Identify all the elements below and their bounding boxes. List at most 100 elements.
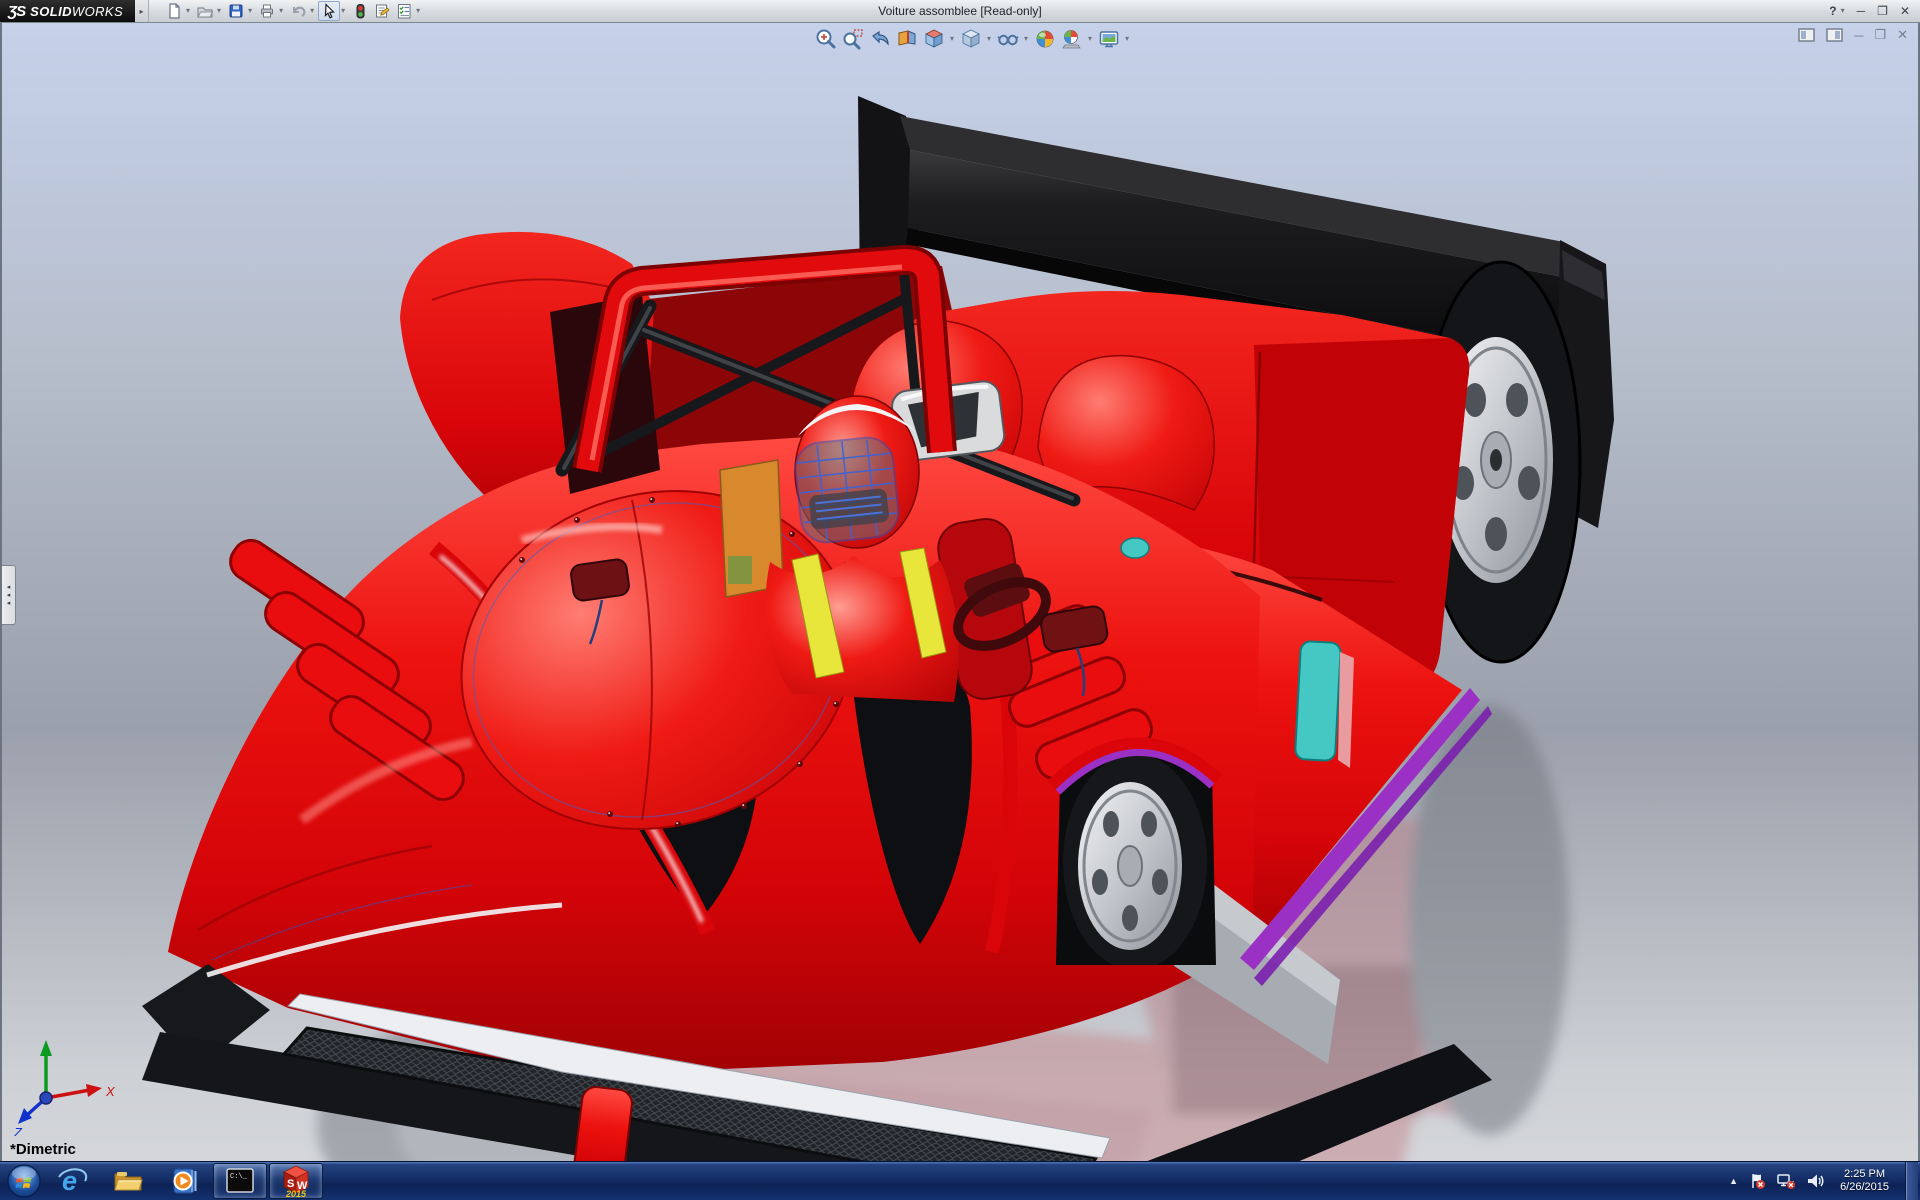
show-hidden-icons-button[interactable]: ▲ <box>1729 1176 1738 1186</box>
panel-arrow-icon: ◂ <box>7 600 11 607</box>
select-cursor-icon <box>320 2 338 20</box>
print-button[interactable] <box>256 1 278 21</box>
rebuild-button[interactable] <box>349 1 371 21</box>
select-dropdown-caret[interactable]: ▾ <box>341 7 345 15</box>
view-orientation-button[interactable] <box>920 26 947 52</box>
svg-text:C:\_: C:\_ <box>230 1173 248 1181</box>
options-dropdown-caret[interactable]: ▾ <box>416 7 420 15</box>
doc-restore-button[interactable]: ❐ <box>1874 27 1886 43</box>
help-dropdown-caret[interactable]: ▾ <box>1841 0 1845 22</box>
doc-close-button[interactable]: ✕ <box>1897 27 1908 43</box>
3d-model-race-car[interactable] <box>142 96 1614 1162</box>
panel-arrow-icon: ◂ <box>7 584 11 591</box>
taskbar-item-solidworks[interactable]: S W 2015 <box>269 1163 323 1199</box>
start-button[interactable] <box>4 1162 44 1200</box>
view-settings-caret[interactable]: ▾ <box>1125 35 1129 43</box>
taskbar-item-media-player[interactable] <box>157 1162 211 1200</box>
tray-date: 6/26/2015 <box>1840 1181 1889 1194</box>
minimize-button[interactable]: ─ <box>1857 0 1866 22</box>
collapse-pane-icon[interactable] <box>1798 28 1815 42</box>
print-dropdown-caret[interactable]: ▾ <box>279 7 283 15</box>
save-dropdown-caret[interactable]: ▾ <box>248 7 252 15</box>
print-icon <box>258 2 276 20</box>
menu-expand-tab[interactable]: ▸ <box>135 0 149 22</box>
display-style-icon <box>960 28 982 50</box>
solidworks-window: ƷS SOLIDWORKS ▸ ▾ ▾ ▾ ▾ ▾ ▾ <box>0 0 1920 1200</box>
system-tray: ▲ 2:25 PM 6/26/2015 <box>1729 1162 1920 1200</box>
monitor-icon <box>1098 28 1120 50</box>
orientation-triad: X Z <box>12 1036 122 1136</box>
volume-icon[interactable] <box>1806 1172 1824 1190</box>
new-document-button[interactable] <box>163 1 185 21</box>
apply-scene-button[interactable] <box>1058 26 1085 52</box>
save-button[interactable] <box>225 1 247 21</box>
appearance-ball-icon <box>1034 28 1056 50</box>
graphics-area[interactable]: ▾ ▾ ▾ ▾ ▾ ─ ❐ ✕ ◂ <box>0 22 1920 1162</box>
heads-up-view-toolbar: ▾ ▾ ▾ ▾ ▾ <box>812 26 1132 52</box>
solidworks-2015-icon: S W 2015 <box>279 1164 313 1198</box>
hide-show-items-button[interactable] <box>994 26 1021 52</box>
doc-minimize-button[interactable]: ─ <box>1854 28 1863 43</box>
undo-button[interactable] <box>287 1 309 21</box>
solidworks-logo: ƷS SOLIDWORKS <box>0 0 135 22</box>
file-properties-button[interactable] <box>371 1 393 21</box>
display-style-caret[interactable]: ▾ <box>987 35 991 43</box>
triad-z-label: Z <box>13 1125 23 1136</box>
svg-text:2015: 2015 <box>285 1189 307 1198</box>
taskbar-item-internet-explorer[interactable]: e <box>45 1162 99 1200</box>
close-button[interactable]: ✕ <box>1900 0 1910 22</box>
solidworks-logo-text: SOLIDWORKS <box>30 4 123 19</box>
document-window-controls: ─ ❐ ✕ <box>1798 27 1908 43</box>
triad-x-label: X <box>105 1084 116 1099</box>
feature-manager-flyout-tab[interactable]: ◂ ◂ ◂ <box>2 565 16 625</box>
solidworks-logo-mark: ƷS <box>8 3 25 20</box>
edit-appearance-button[interactable] <box>1031 26 1058 52</box>
open-folder-icon <box>196 2 214 20</box>
show-desktop-button[interactable] <box>1905 1162 1918 1200</box>
visor <box>793 435 901 545</box>
taskbar-item-windows-explorer[interactable] <box>101 1162 155 1200</box>
previous-view-button[interactable] <box>866 26 893 52</box>
command-prompt-icon: C:\_ <box>223 1165 257 1197</box>
tray-time: 2:25 PM <box>1840 1168 1889 1181</box>
help-button[interactable]: ? <box>1829 0 1836 22</box>
network-status-icon[interactable] <box>1776 1172 1796 1190</box>
section-view-button[interactable] <box>893 26 920 52</box>
taskbar-item-command-prompt[interactable]: C:\_ <box>213 1163 267 1199</box>
new-document-icon <box>165 2 183 20</box>
apply-scene-caret[interactable]: ▾ <box>1088 35 1092 43</box>
action-center-flag-icon[interactable] <box>1748 1172 1766 1190</box>
options-checklist-icon <box>395 2 413 20</box>
media-player-icon <box>167 1164 201 1198</box>
restore-button[interactable]: ❐ <box>1877 0 1888 22</box>
internet-explorer-icon: e <box>55 1164 89 1198</box>
new-dropdown-caret[interactable]: ▾ <box>186 7 190 15</box>
select-button[interactable] <box>318 1 340 21</box>
front-right-wheel[interactable] <box>1052 743 1218 970</box>
zoom-to-area-button[interactable] <box>839 26 866 52</box>
file-properties-icon <box>373 2 391 20</box>
undo-dropdown-caret[interactable]: ▾ <box>310 7 314 15</box>
open-dropdown-caret[interactable]: ▾ <box>217 7 221 15</box>
expand-pane-icon[interactable] <box>1826 28 1843 42</box>
view-settings-button[interactable] <box>1095 26 1122 52</box>
view-orientation-caret[interactable]: ▾ <box>950 35 954 43</box>
hide-show-caret[interactable]: ▾ <box>1024 35 1028 43</box>
door-window-teal <box>1295 641 1341 761</box>
section-view-icon <box>896 28 918 50</box>
taskbar: e C:\_ <box>0 1161 1920 1200</box>
open-document-button[interactable] <box>194 1 216 21</box>
window-controls: ? ▾ ─ ❐ ✕ <box>1829 0 1920 22</box>
titlebar: ƷS SOLIDWORKS ▸ ▾ ▾ ▾ ▾ ▾ ▾ <box>0 0 1920 23</box>
tray-clock[interactable]: 2:25 PM 6/26/2015 <box>1834 1168 1895 1194</box>
zoom-to-area-icon <box>842 28 864 50</box>
main-toolbar: ▾ ▾ ▾ ▾ ▾ ▾ ▾ <box>163 1 424 21</box>
3d-scene <box>2 22 1920 1162</box>
save-floppy-icon <box>227 2 245 20</box>
display-style-button[interactable] <box>957 26 984 52</box>
left-mirror <box>570 558 630 601</box>
options-button[interactable] <box>393 1 415 21</box>
panel-arrow-icon: ◂ <box>7 592 11 599</box>
traffic-light-icon <box>351 2 369 20</box>
zoom-to-fit-button[interactable] <box>812 26 839 52</box>
